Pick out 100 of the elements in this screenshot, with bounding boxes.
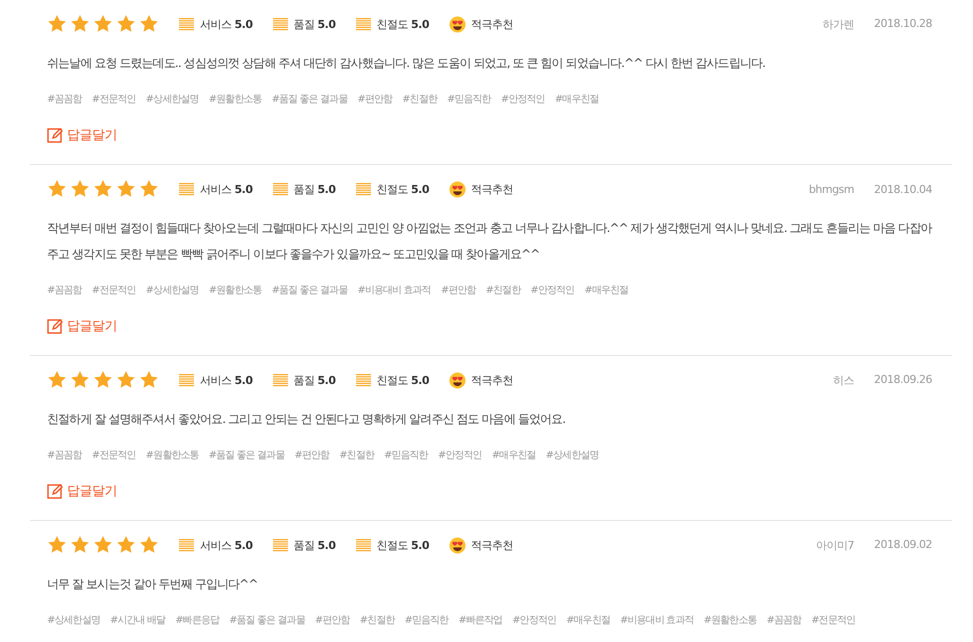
bars-icon <box>272 18 288 30</box>
star-icon <box>116 14 136 34</box>
score-label: 친절도 5.0 <box>376 16 429 32</box>
recommend-label: 적극추천 <box>471 538 513 552</box>
bars-icon <box>272 182 288 196</box>
reply-link[interactable]: 답글달기 <box>47 126 932 144</box>
score-label: 친절도 5.0 <box>376 372 429 388</box>
hashtag: #전문적인 <box>92 93 136 106</box>
hashtag: #원활한소통 <box>208 93 262 106</box>
review-text: 친절하게 잘 설명해주셔서 좋았어요. 그리고 안되는 건 안된다고 명확하게 알려주신 점도 마음에 들었어요. <box>47 411 566 428</box>
star-icon <box>116 535 136 555</box>
hashtag: #품질 좋은 결과물 <box>272 284 348 297</box>
pencil-icon <box>47 318 63 334</box>
hashtag: #빠른작업 <box>458 614 502 627</box>
author-name: 하가렌 <box>822 16 854 32</box>
hashtag: #안정적인 <box>500 93 545 106</box>
hashtag: #믿음직한 <box>446 93 491 106</box>
hashtag: #전문적인 <box>811 614 856 627</box>
hashtag: #시간내 배달 <box>110 614 166 627</box>
reply-link[interactable]: 답글달기 <box>47 317 932 335</box>
hashtag: #매우친절 <box>584 284 628 297</box>
hashtag: #안정적인 <box>530 284 574 297</box>
hashtag: #편안함 <box>440 284 476 297</box>
bars-icon <box>179 182 194 196</box>
hashtag: #꼼꼼함 <box>47 93 82 106</box>
score-label: 친절도 5.0 <box>376 538 429 552</box>
hashtag: #상세한설명 <box>146 284 199 297</box>
hashtag: #편안함 <box>294 449 330 462</box>
score-label: 서비스 5.0 <box>200 16 252 32</box>
hashtag: #매우친절 <box>492 449 536 462</box>
hashtag: #믿음직한 <box>404 614 448 627</box>
review-text: 너무 잘 보시는것 같아 두번째 구입니다^^ <box>47 576 258 593</box>
star-icon <box>70 535 90 555</box>
score-label: 친절도 5.0 <box>376 182 429 196</box>
score-label: 서비스 5.0 <box>200 372 252 388</box>
hashtag: #꼼꼼함 <box>766 614 802 627</box>
hashtag: #친절한 <box>402 93 437 106</box>
bars-icon <box>272 374 288 386</box>
star-icon <box>70 179 90 199</box>
hashtag: #상세한설명 <box>546 449 599 462</box>
hashtag: #원활한소통 <box>146 449 199 462</box>
score-label: 품질 5.0 <box>294 16 336 32</box>
star-icon <box>139 370 159 390</box>
score-label: 품질 5.0 <box>294 538 336 552</box>
hashtag: #매우친절 <box>566 614 610 627</box>
recommend-label: 적극추천 <box>471 372 513 388</box>
star-icon <box>93 370 113 390</box>
recommend-label: 적극추천 <box>471 182 513 196</box>
review-date: 2018.09.02 <box>874 538 932 552</box>
score-label: 품질 5.0 <box>294 182 336 196</box>
hashtag: #친절한 <box>339 449 374 462</box>
bars-icon <box>356 374 370 386</box>
star-icon <box>47 179 67 199</box>
hashtag: #안정적인 <box>512 614 556 627</box>
hashtag: #원활한소통 <box>703 614 756 627</box>
star-icon <box>70 14 90 34</box>
hashtag: #상세한설명 <box>47 614 100 627</box>
bars-icon <box>179 18 194 30</box>
star-icon <box>116 370 136 390</box>
hashtag: #편안함 <box>314 614 350 627</box>
heart-eyes-emoji-icon <box>449 16 466 32</box>
hashtag: #상세한설명 <box>146 93 199 106</box>
hashtag: #전문적인 <box>92 449 136 462</box>
hashtag: #안정적인 <box>438 449 482 462</box>
pencil-icon <box>47 127 63 143</box>
star-icon <box>139 179 159 199</box>
review-date: 2018.09.26 <box>874 372 932 388</box>
hashtag: #품질 좋은 결과물 <box>229 614 305 627</box>
bars-icon <box>356 182 370 196</box>
score-label: 서비스 5.0 <box>200 538 252 552</box>
hashtag: #품질 좋은 결과물 <box>272 93 348 106</box>
hashtag: #친절한 <box>486 284 520 297</box>
heart-eyes-emoji-icon <box>449 372 466 388</box>
hashtag: #친절한 <box>360 614 394 627</box>
star-icon <box>93 535 113 555</box>
bars-icon <box>179 538 194 552</box>
heart-eyes-emoji-icon <box>449 180 466 198</box>
author-name: 히스 <box>833 372 854 388</box>
hashtag: #매우친절 <box>554 93 599 106</box>
review-date: 2018.10.04 <box>874 182 932 196</box>
review-text: 쉬는날에 요청 드렸는데도.. 성심성의껏 상담해 주셔 대단히 감사했습니다. 많은 도움이 되었고, 또 큰 힘이 되었습니다.^^ 다시 한번 감사드립니다. <box>47 55 766 72</box>
bars-icon <box>179 374 194 386</box>
star-icon <box>70 370 90 390</box>
bars-icon <box>356 538 370 552</box>
hashtag: #비용대비 효과적 <box>620 614 694 627</box>
review-text: 작년부터 매번 결정이 힘들때다 찾아오는데 그럴때마다 자신의 고민인 양 아낌없는 조언과 충고 너무나 감사합니다.^^ 제가 생각했던게 역시나 맞네요. 그래도 흔들리는 마음 다잡아 주고 생각지도 못한 부분은 빡빡 긁어주니 이보다 좋을수가 있을까요~ 또고민있을 때 찾아올게요^^ <box>47 220 932 263</box>
hashtag: #믿음직한 <box>384 449 428 462</box>
star-icon <box>47 370 67 390</box>
recommend-label: 적극추천 <box>471 16 513 32</box>
star-icon <box>139 535 159 555</box>
star-icon <box>139 14 159 34</box>
hashtag: #편안함 <box>357 93 392 106</box>
author-name: bhmgsm <box>808 182 854 196</box>
star-icon <box>47 535 67 555</box>
reply-link[interactable]: 답글달기 <box>47 482 932 500</box>
author-name: 아이미7 <box>816 538 854 552</box>
star-icon <box>116 179 136 199</box>
review-date: 2018.10.28 <box>874 16 932 32</box>
star-icon <box>93 179 113 199</box>
star-icon <box>93 14 113 34</box>
